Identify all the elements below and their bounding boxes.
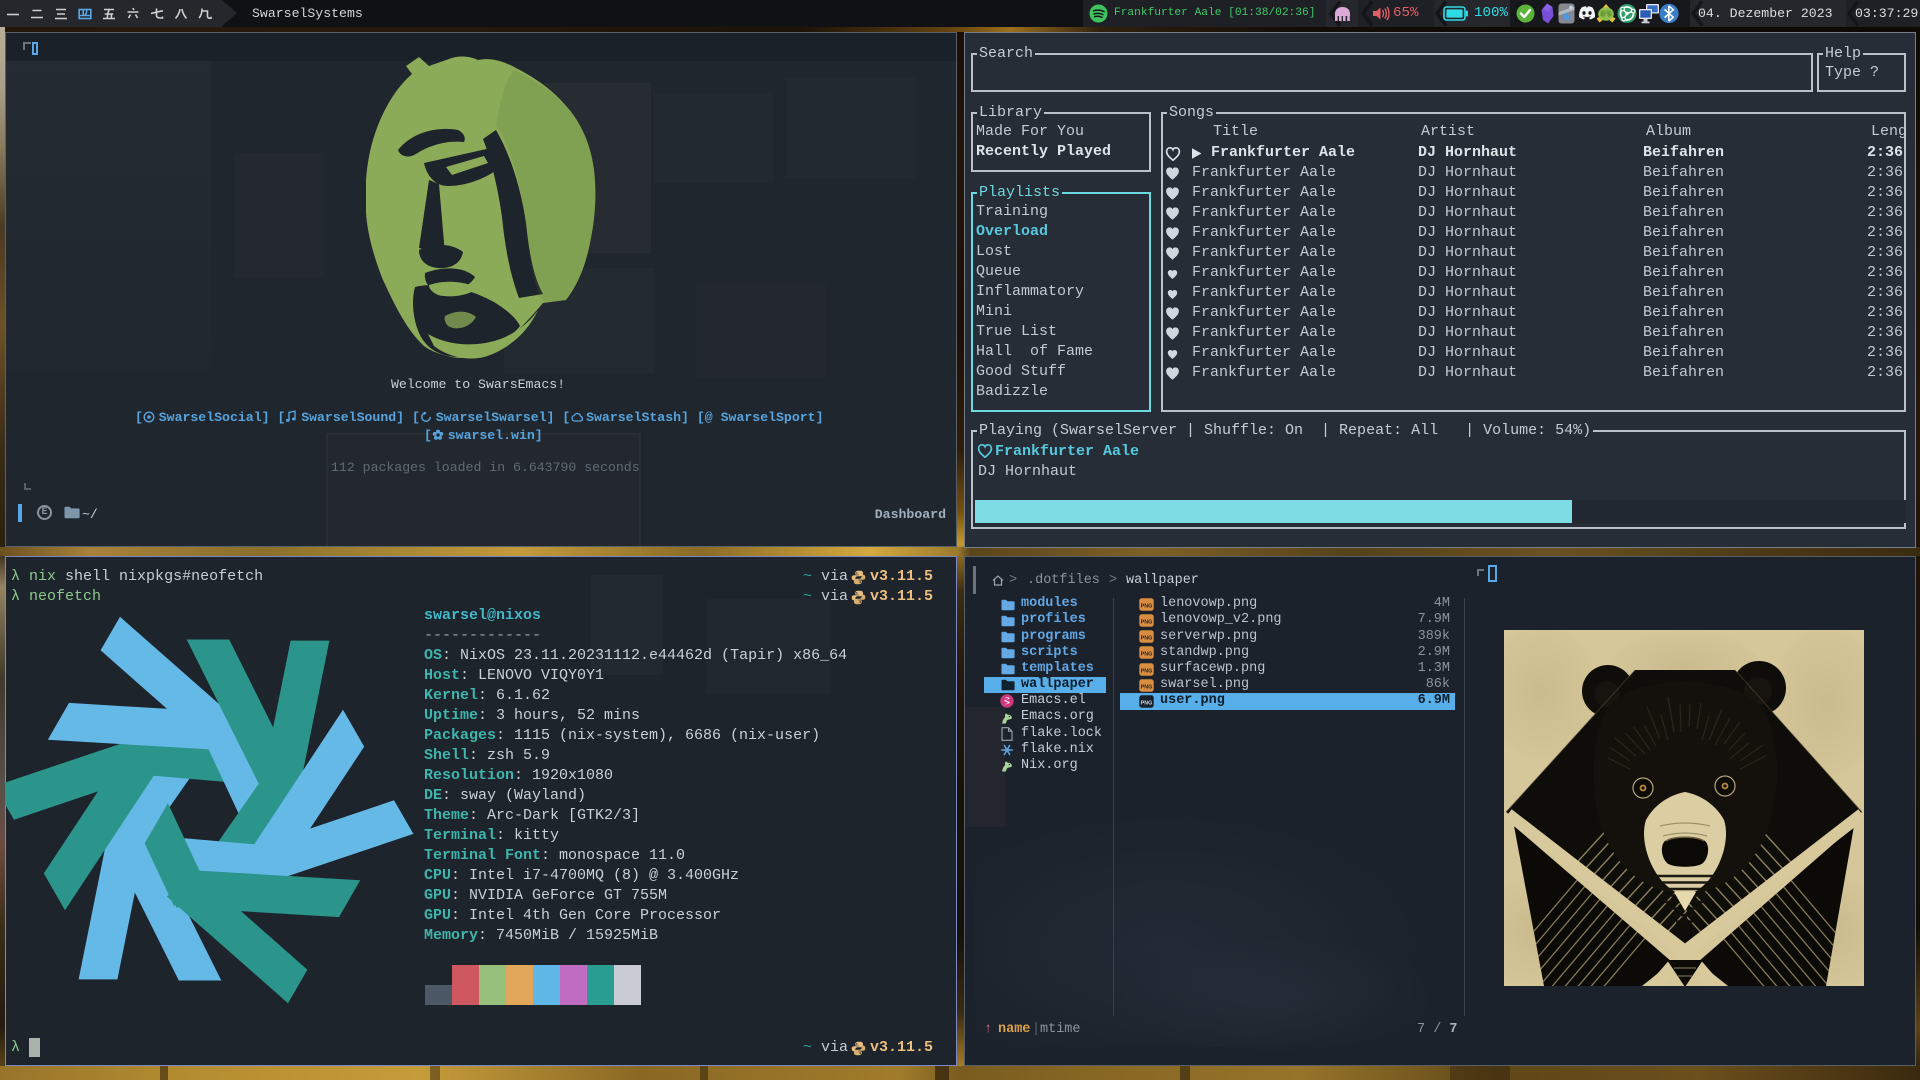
svg-text:PNG: PNG <box>1141 636 1153 642</box>
svg-text:PNG: PNG <box>1141 619 1153 625</box>
svg-text:PNG: PNG <box>1141 700 1153 706</box>
svg-text:PNG: PNG <box>1141 652 1153 658</box>
svg-text:PNG: PNG <box>1141 668 1153 674</box>
svg-text:PNG: PNG <box>1141 603 1153 609</box>
svg-text:PNG: PNG <box>1141 684 1153 690</box>
